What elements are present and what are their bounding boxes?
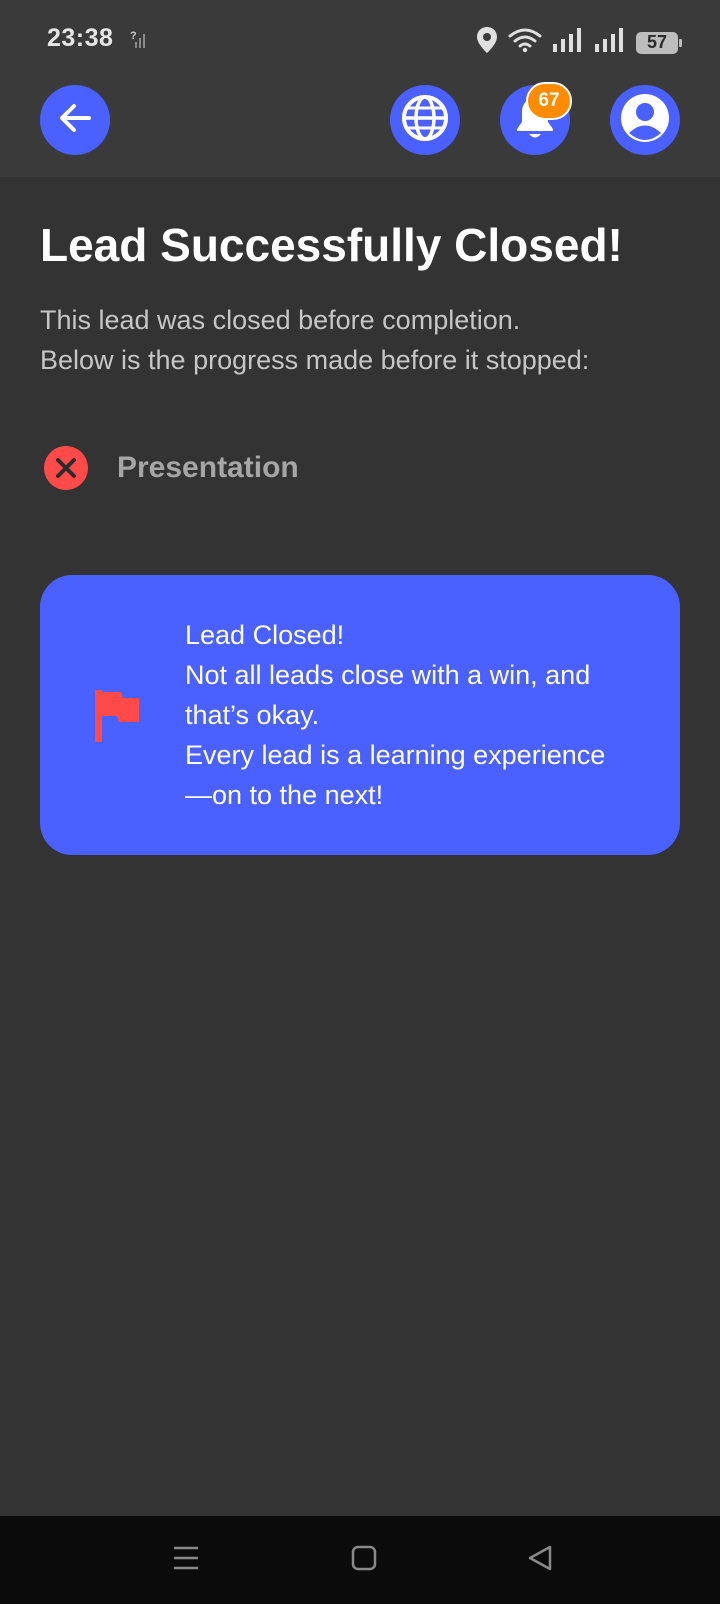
card-line: Every lead is a learning experience: [185, 740, 606, 770]
back-button[interactable]: [40, 85, 110, 155]
subtitle-line: This lead was closed before completion.: [40, 305, 521, 335]
location-icon: [476, 26, 498, 59]
wifi-icon: [508, 27, 542, 58]
system-nav-bar: [0, 1516, 720, 1604]
arrow-left-icon: [55, 98, 95, 143]
status-right-group: 57: [476, 26, 682, 59]
card-message: Lead Closed! Not all leads close with a …: [185, 615, 655, 815]
svg-text:?: ?: [130, 30, 137, 42]
back-icon[interactable]: [526, 1544, 554, 1577]
notification-badge: 67: [526, 82, 572, 120]
close-circle-icon: [44, 446, 88, 490]
status-time: 23:38: [47, 24, 114, 52]
card-line: that’s okay.: [185, 700, 320, 730]
signal-icon: [552, 28, 584, 57]
signal-unknown-icon: ?: [130, 28, 148, 55]
lead-closed-card: Lead Closed! Not all leads close with a …: [40, 575, 680, 855]
battery-icon: 57: [636, 31, 682, 54]
subtitle-line: Below is the progress made before it sto…: [40, 345, 590, 375]
home-icon[interactable]: [350, 1544, 378, 1577]
step-label: Presentation: [117, 451, 299, 484]
user-circle-icon: [619, 92, 671, 149]
card-line: Not all leads close with a win, and: [185, 660, 591, 690]
subtitle: This lead was closed before completion. …: [40, 300, 690, 380]
status-bar: 23:38 ? 57: [0, 0, 720, 82]
language-button[interactable]: [390, 85, 460, 155]
progress-step: Presentation: [44, 446, 299, 490]
profile-button[interactable]: [610, 85, 680, 155]
card-line: Lead Closed!: [185, 620, 345, 650]
battery-level: 57: [646, 32, 668, 52]
flag-icon: [95, 690, 141, 747]
screen: 23:38 ? 57 67 Lead Successfully Closed! …: [0, 0, 720, 1604]
menu-icon[interactable]: [172, 1544, 200, 1577]
card-line: —on to the next!: [185, 780, 384, 810]
signal-icon: [594, 28, 626, 57]
globe-icon: [400, 93, 450, 148]
app-bar: 67: [0, 82, 720, 177]
page-title: Lead Successfully Closed!: [40, 219, 623, 271]
